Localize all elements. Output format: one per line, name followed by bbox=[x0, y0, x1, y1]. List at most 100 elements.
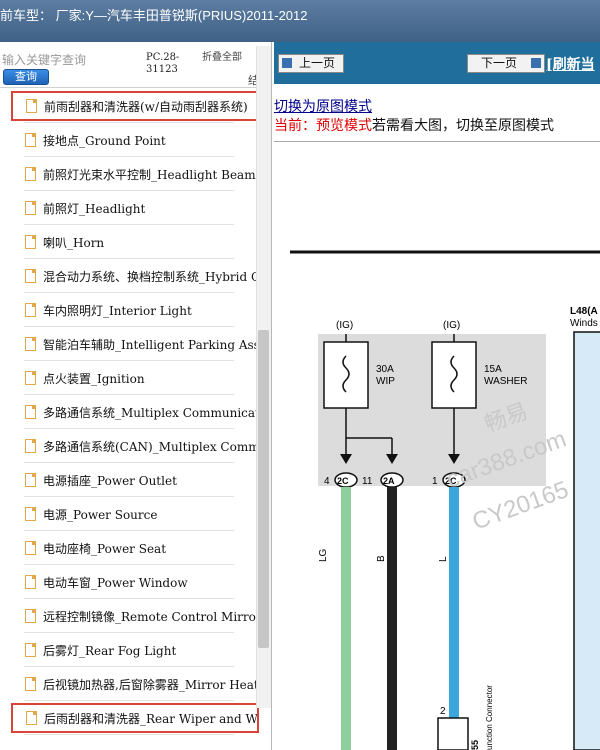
tree-separator bbox=[24, 258, 234, 259]
prev-page-label: 上一页 bbox=[298, 56, 335, 70]
fuse2-supply: (IG) bbox=[443, 320, 460, 331]
component-box bbox=[573, 331, 600, 750]
tree-separator bbox=[24, 428, 234, 429]
tree-item-label: 电动车窗_Power Window bbox=[43, 575, 188, 590]
wire-lg-label: LG bbox=[318, 548, 329, 562]
wire-lg bbox=[341, 487, 351, 750]
document-icon bbox=[26, 99, 37, 113]
tree-separator bbox=[24, 394, 234, 395]
tree-item-label: 前照灯_Headlight bbox=[43, 201, 146, 216]
connector1-pin: 4 bbox=[324, 476, 330, 487]
document-icon bbox=[25, 133, 36, 147]
tree-item-label: 车内照明灯_Interior Light bbox=[43, 303, 192, 318]
document-icon bbox=[25, 541, 36, 555]
next-page-button[interactable]: 下一页 bbox=[467, 54, 545, 73]
refresh-link[interactable]: [刷新当 bbox=[546, 54, 595, 74]
connector3-pin: 1 bbox=[432, 476, 438, 487]
tree-item[interactable]: 智能泊车辅助_Intelligent Parking Assist bbox=[10, 329, 258, 359]
fuse1-rating: 30A bbox=[376, 364, 394, 375]
tree-item[interactable]: 前照灯_Headlight bbox=[10, 193, 258, 223]
wiring-diagram: (IG) 30A WIP (IG) 15A WASHER 4 2C 11 2A … bbox=[290, 250, 600, 750]
switch-mode-link[interactable]: 切换为原图模式 bbox=[274, 96, 372, 116]
tree-item[interactable]: 电动车窗_Power Window bbox=[10, 567, 258, 597]
tree-separator bbox=[24, 598, 234, 599]
tree-item-label: 后雾灯_Rear Fog Light bbox=[43, 643, 177, 658]
tree-item[interactable]: 前照灯光束水平控制_Headlight Beam Level Control bbox=[10, 159, 258, 189]
mode-status: 当前：预览模式若需看大图，切换至原图模式 bbox=[274, 115, 554, 135]
tree-item-label: 喇叭_Horn bbox=[43, 235, 105, 250]
tree-separator bbox=[24, 360, 234, 361]
tree-item[interactable]: 混合动力系统、换档控制系统_Hybrid Control System bbox=[10, 261, 258, 291]
pc-code: PC.28-31123 bbox=[146, 52, 180, 75]
junction-label: unction Connector bbox=[485, 685, 494, 750]
tree-separator bbox=[24, 700, 234, 701]
component-name: Winds bbox=[570, 318, 598, 329]
tree-item[interactable]: 车内照明灯_Interior Light bbox=[10, 295, 258, 325]
tree-item[interactable]: 远程控制镜像_Remote Control Mirror bbox=[10, 601, 258, 631]
tree-item[interactable]: 后雾灯_Rear Fog Light bbox=[10, 635, 258, 665]
tree-item-label: 多路通信系统_Multiplex Communication System bbox=[43, 405, 258, 420]
tree-separator bbox=[24, 632, 234, 633]
tree-item[interactable]: 多路通信系统_Multiplex Communication System bbox=[10, 397, 258, 427]
tree-separator bbox=[24, 224, 234, 225]
right-arrow-icon bbox=[531, 58, 541, 68]
tree-separator bbox=[24, 156, 234, 157]
tree-separator bbox=[24, 292, 234, 293]
tree-item-label: 前雨刮器和清洗器(w/自动雨刮器系统) bbox=[44, 99, 248, 114]
tree-separator bbox=[24, 564, 234, 565]
search-button[interactable]: 查询 bbox=[3, 69, 49, 85]
tree-item[interactable]: 电源_Power Source bbox=[10, 499, 258, 529]
tree-item[interactable]: 点火装置_Ignition bbox=[10, 363, 258, 393]
document-icon bbox=[25, 609, 36, 623]
document-icon bbox=[25, 405, 36, 419]
tree-item[interactable]: 接地点_Ground Point bbox=[10, 125, 258, 155]
wire-b bbox=[387, 487, 397, 750]
wire-l bbox=[449, 487, 459, 750]
tree-item[interactable]: 电源插座_Power Outlet bbox=[10, 465, 258, 495]
document-icon bbox=[25, 337, 36, 351]
tree-item-label: 前照灯光束水平控制_Headlight Beam Level Control bbox=[43, 167, 258, 182]
document-icon bbox=[25, 235, 36, 249]
document-icon bbox=[25, 643, 36, 657]
tree-item-label: 电源插座_Power Outlet bbox=[43, 473, 177, 488]
left-panel: 查询 PC.28-31123 折叠全部 结 前雨刮器和清洗器(w/自动雨刮器系统… bbox=[0, 42, 272, 750]
junction-connector bbox=[437, 717, 469, 750]
tree-item-label: 后雨刮器和清洗器_Rear Wiper and Washer bbox=[44, 711, 257, 726]
mode-hint: 若需看大图，切换至原图模式 bbox=[372, 118, 554, 134]
wire-l-label: L bbox=[438, 556, 449, 562]
tree-separator bbox=[24, 666, 234, 667]
document-icon bbox=[25, 439, 36, 453]
tree-separator bbox=[24, 462, 234, 463]
tree-item[interactable]: 多路通信系统(CAN)_Multiplex Communication Syst… bbox=[10, 431, 258, 461]
collapse-all-button[interactable]: 折叠全部 bbox=[202, 52, 246, 63]
search-input[interactable] bbox=[2, 50, 137, 70]
tree-item[interactable]: 前雨刮器和清洗器(w/自动雨刮器系统) bbox=[11, 91, 259, 121]
tree-item-label: 后视镜加热器,后窗除雾器_Mirror Heater bbox=[43, 677, 258, 692]
scrollbar-thumb[interactable] bbox=[258, 330, 269, 648]
mode-prefix: 当前： bbox=[274, 118, 316, 134]
document-icon bbox=[25, 507, 36, 521]
component-code: L48(A bbox=[570, 306, 598, 317]
fuse2-name: WASHER bbox=[484, 376, 528, 387]
document-icon bbox=[25, 303, 36, 317]
tree-separator bbox=[24, 496, 234, 497]
fuse2-symbol bbox=[431, 341, 477, 409]
tree-item[interactable]: 电动座椅_Power Seat bbox=[10, 533, 258, 563]
window-title: 前车型： 厂家:Y—汽车丰田普锐斯(PRIUS)2011-2012 bbox=[0, 0, 600, 42]
connector1-code: 2C bbox=[337, 476, 349, 486]
tree-item-label: 电源_Power Source bbox=[43, 507, 158, 522]
prev-page-button[interactable]: 上一页 bbox=[278, 54, 344, 73]
tree-separator bbox=[24, 326, 234, 327]
tree-item[interactable]: 后雨刮器和清洗器_Rear Wiper and Washer bbox=[11, 703, 259, 733]
connector2-pin: 11 bbox=[362, 476, 373, 487]
connector2-code: 2A bbox=[383, 476, 395, 486]
left-arrow-icon bbox=[282, 58, 292, 68]
right-panel: 上一页 下一页 [刷新当 切换为原图模式 当前：预览模式若需看大图，切换至原图模… bbox=[274, 42, 600, 750]
tree-item[interactable]: 喇叭_Horn bbox=[10, 227, 258, 257]
fuse2-rating: 15A bbox=[484, 364, 502, 375]
tree-separator bbox=[24, 734, 234, 735]
fuse1-supply: (IG) bbox=[336, 320, 353, 331]
tree-item[interactable]: 后视镜加热器,后窗除雾器_Mirror Heater bbox=[10, 669, 258, 699]
document-icon bbox=[25, 575, 36, 589]
tree-item-label: 智能泊车辅助_Intelligent Parking Assist bbox=[43, 337, 258, 352]
